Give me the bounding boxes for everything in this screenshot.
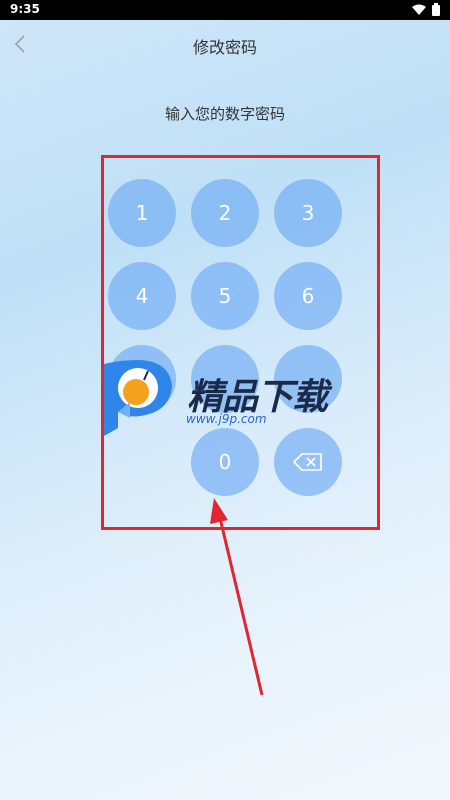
annotation-arrow [210, 498, 264, 696]
status-bar: 9:35 [0, 0, 450, 20]
status-time: 9:35 [10, 2, 40, 16]
highlight-box [101, 155, 380, 530]
watermark-logo [104, 360, 172, 436]
status-icons [412, 3, 440, 16]
battery-icon [432, 3, 440, 16]
wifi-icon [412, 4, 426, 15]
password-prompt: 输入您的数字密码 [164, 105, 285, 123]
page-title: 修改密码 [192, 38, 257, 57]
screen: 9:35 修改密码 输入您的数字密码 1 2 3 4 5 6 0 精品下载 ww… [0, 0, 450, 800]
watermark-url: www.j9p.com [186, 412, 267, 426]
